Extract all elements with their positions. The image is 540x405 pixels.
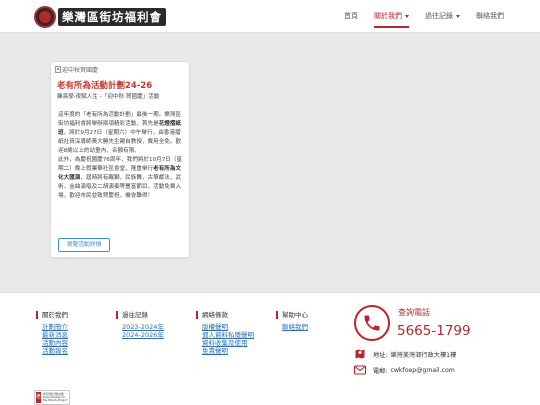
sponsor-emblem-icon: 老 — [36, 392, 42, 403]
footer-heading: 過往記錄 — [116, 311, 164, 319]
footer-link-data-collection[interactable]: 資料收集及使用 — [202, 339, 254, 347]
map-icon — [355, 349, 365, 359]
address-row: 地址: 樂灣美灣邨行政大樓1樓 — [354, 348, 456, 360]
footer-link-copyright[interactable]: 版權聲明 — [202, 323, 254, 331]
footer-link-privacy[interactable]: 個人資料私隱聲明 — [202, 331, 254, 339]
footer-col-about: 關於我們 計劃簡介 最新消息 活動內容 活動報名 — [36, 311, 68, 355]
email-label: 電郵: — [373, 367, 388, 375]
footer-col-past-records: 過往記錄 2023-2024年 2024-2026年 — [116, 311, 164, 339]
footer-col-help: 幫助中心 聯絡我們 — [276, 311, 308, 331]
sponsor-line2: Opportunities for the Elderly Project — [43, 395, 67, 403]
nav-home[interactable]: 首頁 — [344, 0, 358, 33]
activity-title[interactable]: 老有所為活動計劃24-26 — [57, 79, 152, 91]
footer-link-contact[interactable]: 聯絡我們 — [282, 323, 308, 331]
nav-contact[interactable]: 聯絡我們 — [476, 0, 504, 33]
email-text[interactable]: cwkfoep@gmail.com — [390, 367, 454, 374]
footer-heading: 關於我們 — [36, 311, 68, 319]
site-footer: 關於我們 計劃簡介 最新消息 活動內容 活動報名 過往記錄 2023-2024年… — [0, 292, 540, 405]
footer-link-disclaimer[interactable]: 免責聲明 — [202, 347, 254, 355]
nav-home-label: 首頁 — [344, 12, 358, 20]
logo-emblem-icon — [34, 6, 56, 28]
caret-down-icon — [456, 15, 460, 18]
phone-label: 查詢電話 — [398, 308, 430, 317]
nav-contact-label: 聯絡我們 — [476, 12, 504, 20]
activity-description: 這年度的「老有所為活動計劃」最後一期。樂灣區街坊福利會將舉辦兩項精彩活動，首先是… — [58, 112, 183, 199]
phone-icon — [354, 305, 390, 341]
footer-link-registration[interactable]: 活動報名 — [42, 347, 68, 355]
footer-col-terms: 網絡條款 版權聲明 個人資料私隱聲明 資料收集及使用 免責聲明 — [196, 311, 254, 355]
address-text: 樂灣美灣邨行政大樓1樓 — [390, 351, 457, 359]
main-nav: 首頁 關於我們 過往記錄 聯絡我們 — [328, 0, 504, 33]
nav-past-records[interactable]: 過往記錄 — [425, 0, 460, 33]
nav-about[interactable]: 關於我們 — [374, 0, 409, 33]
caret-down-icon — [405, 15, 409, 18]
footer-link-2023-2024[interactable]: 2023-2024年 — [122, 323, 164, 331]
footer-link-news[interactable]: 最新消息 — [42, 331, 68, 339]
envelope-icon — [354, 365, 366, 375]
footer-heading: 幫助中心 — [276, 311, 308, 319]
footer-link-activities[interactable]: 活動內容 — [42, 339, 68, 347]
phone-number[interactable]: 5665-1799 — [397, 323, 471, 339]
broken-image-icon — [55, 66, 61, 73]
logo-text: 樂灣區街坊福利會 — [58, 8, 166, 26]
site-header: 樂灣區街坊福利會 首頁 關於我們 過往記錄 聯絡我們 — [0, 0, 540, 33]
footer-heading: 網絡條款 — [196, 311, 254, 319]
activity-subtitle: 離喪學·夜賦人生 -「迎中秋·賀國慶」活動 — [57, 94, 160, 100]
activity-image: 迎中秋賀國慶 — [55, 65, 98, 74]
address-label: 地址: — [373, 351, 388, 359]
email-row: 電郵: cwkfoep@gmail.com — [354, 365, 455, 375]
site-logo[interactable]: 樂灣區街坊福利會 — [34, 6, 166, 28]
footer-link-2024-2026[interactable]: 2024-2026年 — [122, 331, 164, 339]
activity-image-alt: 迎中秋賀國慶 — [62, 67, 99, 74]
nav-past-records-label: 過往記錄 — [425, 12, 453, 20]
activity-card: 迎中秋賀國慶 老有所為活動計劃24-26 離喪學·夜賦人生 -「迎中秋·賀國慶」… — [50, 61, 190, 258]
view-activity-details-button[interactable]: 瀏覽活動詳情 — [58, 238, 110, 252]
footer-link-project-intro[interactable]: 計劃簡介 — [42, 323, 68, 331]
sponsor-logo: 老 老有所為活動計劃 Opportunities for the Elderly… — [34, 390, 70, 405]
nav-about-label: 關於我們 — [374, 12, 402, 20]
